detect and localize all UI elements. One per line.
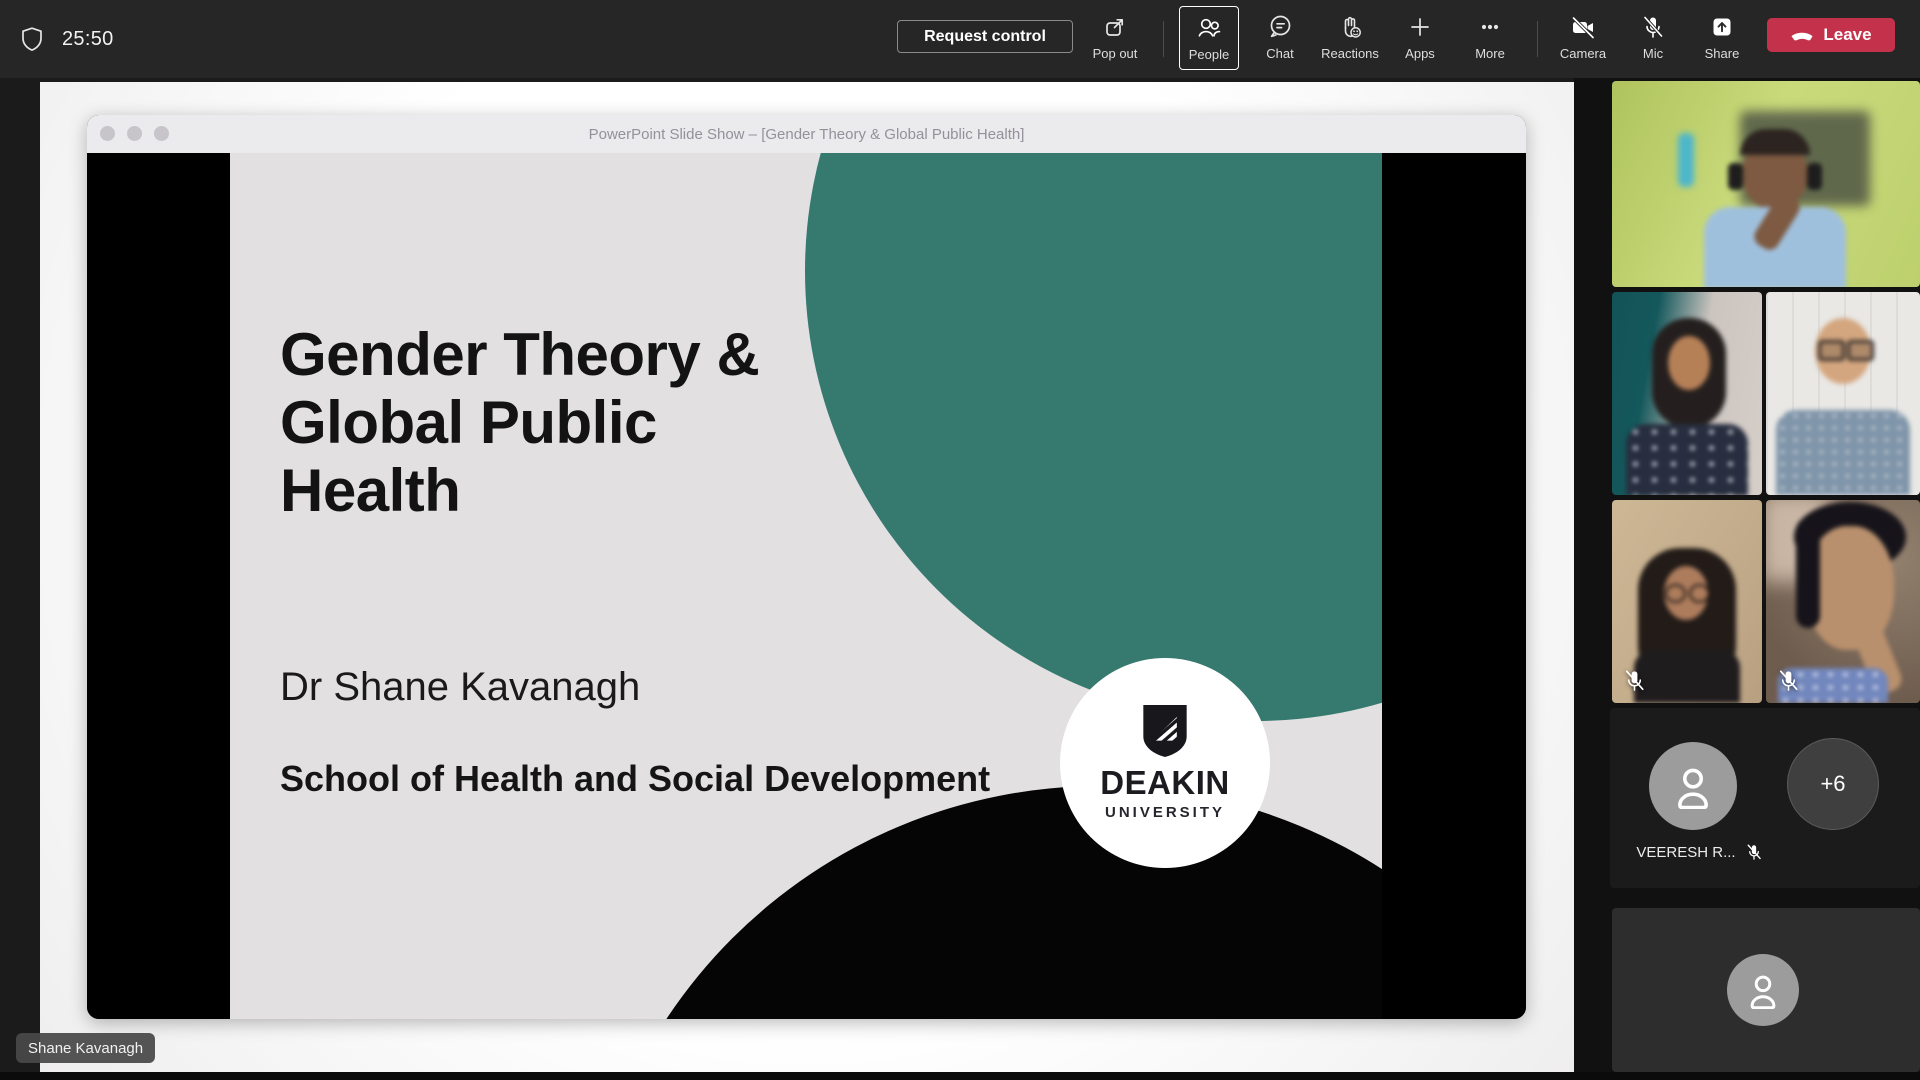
slide-presenter: Dr Shane Kavanagh bbox=[280, 665, 640, 710]
meeting-timer: 25:50 bbox=[62, 28, 114, 51]
chat-icon bbox=[1266, 13, 1294, 41]
deakin-logo: DEAKIN UNIVERSITY bbox=[1060, 658, 1270, 868]
participant-video-tile[interactable] bbox=[1766, 500, 1920, 703]
reactions-button[interactable]: Reactions bbox=[1316, 6, 1384, 70]
person-icon bbox=[1670, 763, 1716, 809]
logo-subtext: UNIVERSITY bbox=[1105, 804, 1225, 821]
participant-video-tile[interactable] bbox=[1612, 908, 1920, 1072]
participant-video-tile[interactable] bbox=[1612, 292, 1762, 495]
person-icon bbox=[1744, 971, 1782, 1009]
slide: DEAKIN UNIVERSITY Gender Theory & Global… bbox=[230, 153, 1382, 1019]
people-icon bbox=[1195, 14, 1223, 42]
participant-avatar[interactable] bbox=[1649, 742, 1737, 830]
mic-off-icon bbox=[1639, 13, 1667, 41]
apps-button[interactable]: Apps bbox=[1386, 6, 1454, 70]
request-control-button[interactable]: Request control bbox=[897, 20, 1073, 53]
bottom-letterbox bbox=[0, 1072, 1920, 1080]
pop-out-button[interactable]: Pop out bbox=[1081, 6, 1149, 70]
chat-button[interactable]: Chat bbox=[1246, 6, 1314, 70]
window-dot bbox=[127, 126, 142, 141]
participant-name: VEERESH R... bbox=[1636, 844, 1735, 861]
meeting-toolbar: 25:50 Request control Pop out People bbox=[0, 0, 1920, 78]
participants-sidebar: VEERESH R... +6 bbox=[1574, 78, 1920, 1072]
logo-wordmark: DEAKIN bbox=[1100, 764, 1230, 802]
share-button[interactable]: Share bbox=[1688, 6, 1756, 70]
people-button[interactable]: People bbox=[1179, 6, 1239, 70]
ellipsis-icon bbox=[1476, 13, 1504, 41]
deakin-shield-icon bbox=[1143, 705, 1187, 757]
teal-circle-shape bbox=[805, 153, 1382, 721]
slide-title: Gender Theory & Global Public Health bbox=[280, 321, 759, 525]
toolbar-divider bbox=[1537, 21, 1538, 57]
mic-off-icon bbox=[1621, 667, 1648, 694]
window-title: PowerPoint Slide Show – [Gender Theory &… bbox=[589, 126, 1025, 143]
audio-participants-row: VEERESH R... +6 bbox=[1610, 708, 1920, 888]
more-button[interactable]: More bbox=[1456, 6, 1524, 70]
share-icon bbox=[1708, 13, 1736, 41]
slide-viewport: DEAKIN UNIVERSITY Gender Theory & Global… bbox=[87, 153, 1526, 1019]
participant-video-tile[interactable] bbox=[1612, 81, 1920, 287]
window-dot bbox=[154, 126, 169, 141]
participant-avatar bbox=[1727, 954, 1799, 1026]
mic-button[interactable]: Mic bbox=[1619, 6, 1687, 70]
mic-off-icon bbox=[1744, 842, 1764, 862]
participant-video-tile[interactable] bbox=[1612, 500, 1762, 703]
mic-off-icon bbox=[1775, 667, 1802, 694]
slide-department: School of Health and Social Development bbox=[280, 758, 990, 800]
pop-out-icon bbox=[1101, 13, 1129, 41]
reactions-hand-icon bbox=[1336, 13, 1364, 41]
black-circle-shape bbox=[580, 786, 1382, 1019]
toolbar-divider bbox=[1163, 21, 1164, 57]
window-dot bbox=[100, 126, 115, 141]
hangup-icon bbox=[1790, 29, 1814, 42]
camera-button[interactable]: Camera bbox=[1549, 6, 1617, 70]
shared-screen: PowerPoint Slide Show – [Gender Theory &… bbox=[40, 82, 1574, 1072]
presenter-name-tag: Shane Kavanagh bbox=[16, 1033, 155, 1063]
powerpoint-titlebar: PowerPoint Slide Show – [Gender Theory &… bbox=[87, 115, 1526, 153]
plus-icon bbox=[1406, 13, 1434, 41]
leave-button[interactable]: Leave bbox=[1767, 18, 1895, 52]
window-control-dots bbox=[100, 126, 169, 141]
teams-meeting-window: 25:50 Request control Pop out People bbox=[0, 0, 1920, 1080]
camera-off-icon bbox=[1569, 13, 1597, 41]
participant-name-row: VEERESH R... bbox=[1610, 842, 1790, 862]
participant-video-tile[interactable] bbox=[1766, 292, 1920, 495]
powerpoint-window: PowerPoint Slide Show – [Gender Theory &… bbox=[87, 115, 1526, 1019]
security-shield-icon bbox=[18, 25, 46, 53]
overflow-participants-badge[interactable]: +6 bbox=[1787, 738, 1879, 830]
